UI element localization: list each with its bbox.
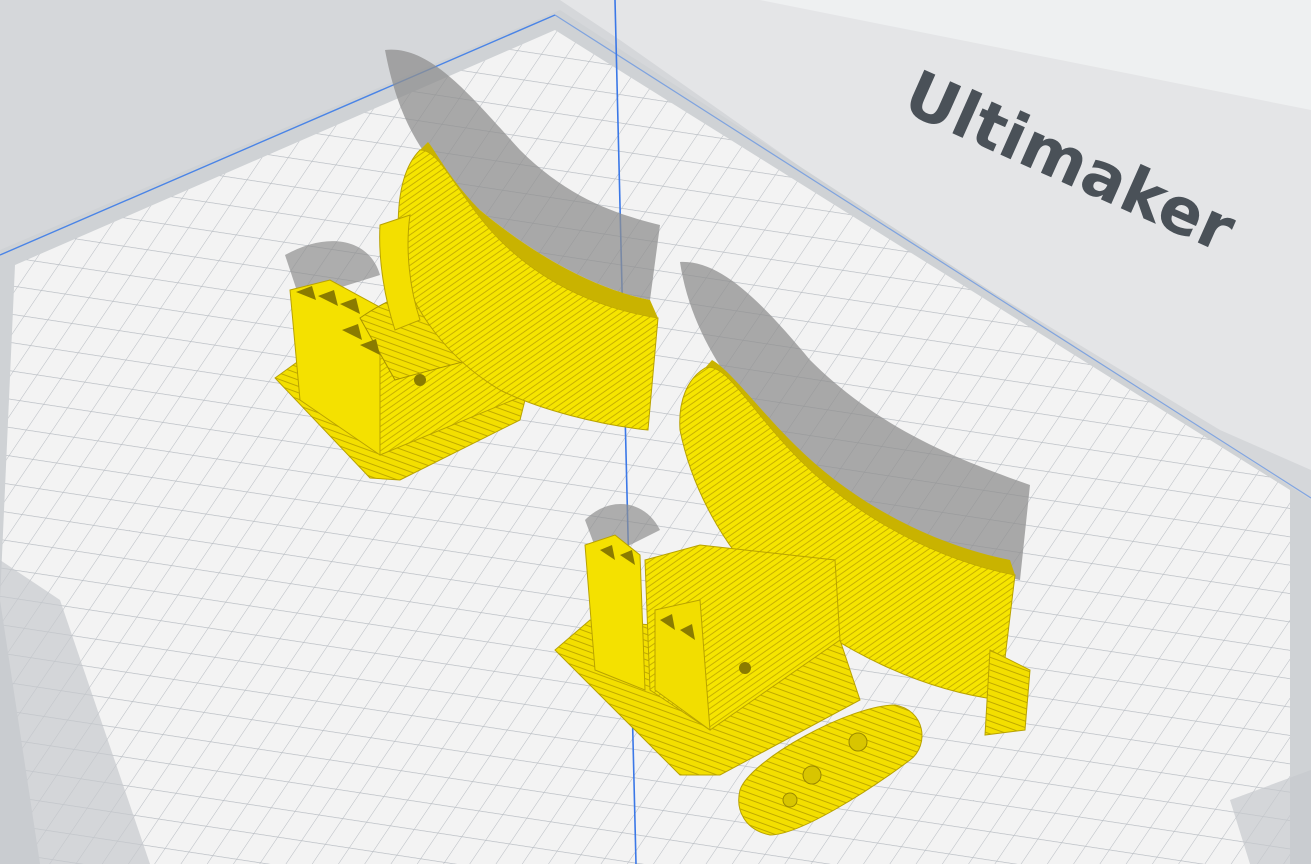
scene[interactable]: Ultimaker	[0, 0, 1311, 864]
3d-viewport[interactable]: Ultimaker	[0, 0, 1311, 864]
